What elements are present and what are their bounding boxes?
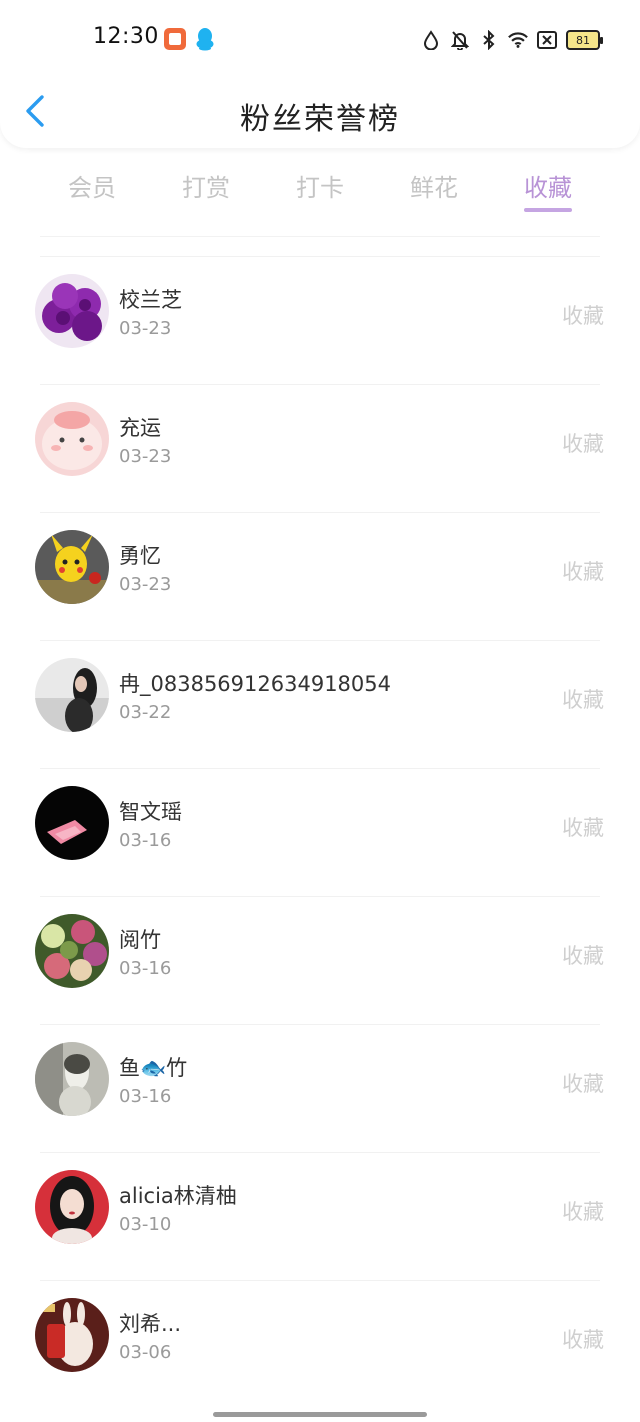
bluetooth-icon (479, 29, 499, 51)
fan-date: 03-06 (119, 1342, 172, 1363)
qq-icon (196, 28, 214, 51)
avatar (35, 1042, 109, 1116)
fan-date: 03-23 (119, 318, 172, 339)
list-item[interactable]: 智文瑶 03-16 收藏 (0, 768, 640, 896)
favorite-action[interactable]: 收藏 (562, 812, 604, 842)
fan-date: 03-22 (119, 702, 172, 723)
fan-name: 刘希... (119, 1312, 182, 1336)
status-icons: 81 (421, 28, 603, 52)
divider (40, 384, 600, 385)
tab-tip[interactable]: 打赏 (166, 168, 246, 203)
fan-name: 鱼🐟竹 (119, 1056, 188, 1080)
battery-level: 81 (576, 33, 590, 47)
nav-bar: 粉丝荣誉榜 (0, 80, 640, 146)
list-item[interactable]: 鱼🐟竹 03-16 收藏 (0, 1024, 640, 1152)
page-title: 粉丝荣誉榜 (240, 102, 400, 137)
list-item[interactable]: alicia林清柚 03-10 收藏 (0, 1152, 640, 1280)
fan-list: 校兰芝 03-23 收藏 充运 03-23 收藏 勇忆 03-23 收藏 冉_0… (0, 256, 640, 1408)
favorite-action[interactable]: 收藏 (562, 556, 604, 586)
wifi-icon (508, 29, 528, 51)
divider (40, 1024, 600, 1025)
list-item[interactable]: 校兰芝 03-23 收藏 (0, 256, 640, 384)
avatar (35, 1298, 109, 1372)
favorite-action[interactable]: 收藏 (562, 1068, 604, 1098)
battery-indicator: 81 (566, 30, 603, 50)
divider (40, 768, 600, 769)
list-item[interactable]: 充运 03-23 收藏 (0, 384, 640, 512)
divider (40, 896, 600, 897)
list-item[interactable]: 冉_083856912634918054 03-22 收藏 (0, 640, 640, 768)
favorite-action[interactable]: 收藏 (562, 300, 604, 330)
water-drop-icon (421, 29, 441, 51)
favorite-action[interactable]: 收藏 (562, 428, 604, 458)
book-app-icon (164, 28, 186, 50)
tab-flowers[interactable]: 鲜花 (394, 168, 474, 203)
avatar (35, 274, 109, 348)
divider (40, 256, 600, 257)
divider (40, 512, 600, 513)
fan-name: alicia林清柚 (119, 1184, 237, 1208)
status-time: 12:30 (93, 24, 159, 49)
fan-name: 智文瑶 (119, 800, 182, 824)
divider (40, 640, 600, 641)
list-item[interactable]: 刘希... 03-06 收藏 (0, 1280, 640, 1408)
divider (40, 1280, 600, 1281)
fan-date: 03-16 (119, 958, 172, 979)
fan-name: 阅竹 (119, 928, 161, 952)
fan-name: 冉_083856912634918054 (119, 672, 391, 696)
tab-member[interactable]: 会员 (52, 168, 132, 203)
home-indicator[interactable] (213, 1412, 427, 1417)
fan-date: 03-10 (119, 1214, 172, 1235)
fan-name: 勇忆 (119, 544, 161, 568)
fan-date: 03-16 (119, 830, 172, 851)
avatar (35, 530, 109, 604)
tab-checkin[interactable]: 打卡 (280, 168, 360, 203)
fan-date: 03-23 (119, 446, 172, 467)
sim-x-icon (537, 29, 557, 51)
tab-favorites[interactable]: 收藏 (508, 168, 588, 203)
bell-off-icon (450, 29, 470, 51)
favorite-action[interactable]: 收藏 (562, 1196, 604, 1226)
avatar (35, 914, 109, 988)
fan-honor-page: 12:30 81 粉丝荣誉榜 会员 打赏 打卡 鲜花 收藏 校兰芝 03-23 … (0, 0, 640, 1422)
status-bar: 12:30 81 (0, 0, 640, 80)
fan-date: 03-16 (119, 1086, 172, 1107)
header-card: 12:30 81 粉丝荣誉榜 (0, 0, 640, 148)
active-tab-indicator (524, 208, 572, 212)
favorite-action[interactable]: 收藏 (562, 940, 604, 970)
avatar (35, 402, 109, 476)
fan-name: 充运 (119, 416, 161, 440)
avatar (35, 1170, 109, 1244)
fan-date: 03-23 (119, 574, 172, 595)
divider (40, 236, 600, 237)
avatar (35, 786, 109, 860)
list-item[interactable]: 勇忆 03-23 收藏 (0, 512, 640, 640)
divider (40, 1152, 600, 1153)
avatar (35, 658, 109, 732)
favorite-action[interactable]: 收藏 (562, 1324, 604, 1354)
fan-name: 校兰芝 (119, 288, 182, 312)
favorite-action[interactable]: 收藏 (562, 684, 604, 714)
tab-bar: 会员 打赏 打卡 鲜花 收藏 (0, 160, 640, 216)
list-item[interactable]: 阅竹 03-16 收藏 (0, 896, 640, 1024)
